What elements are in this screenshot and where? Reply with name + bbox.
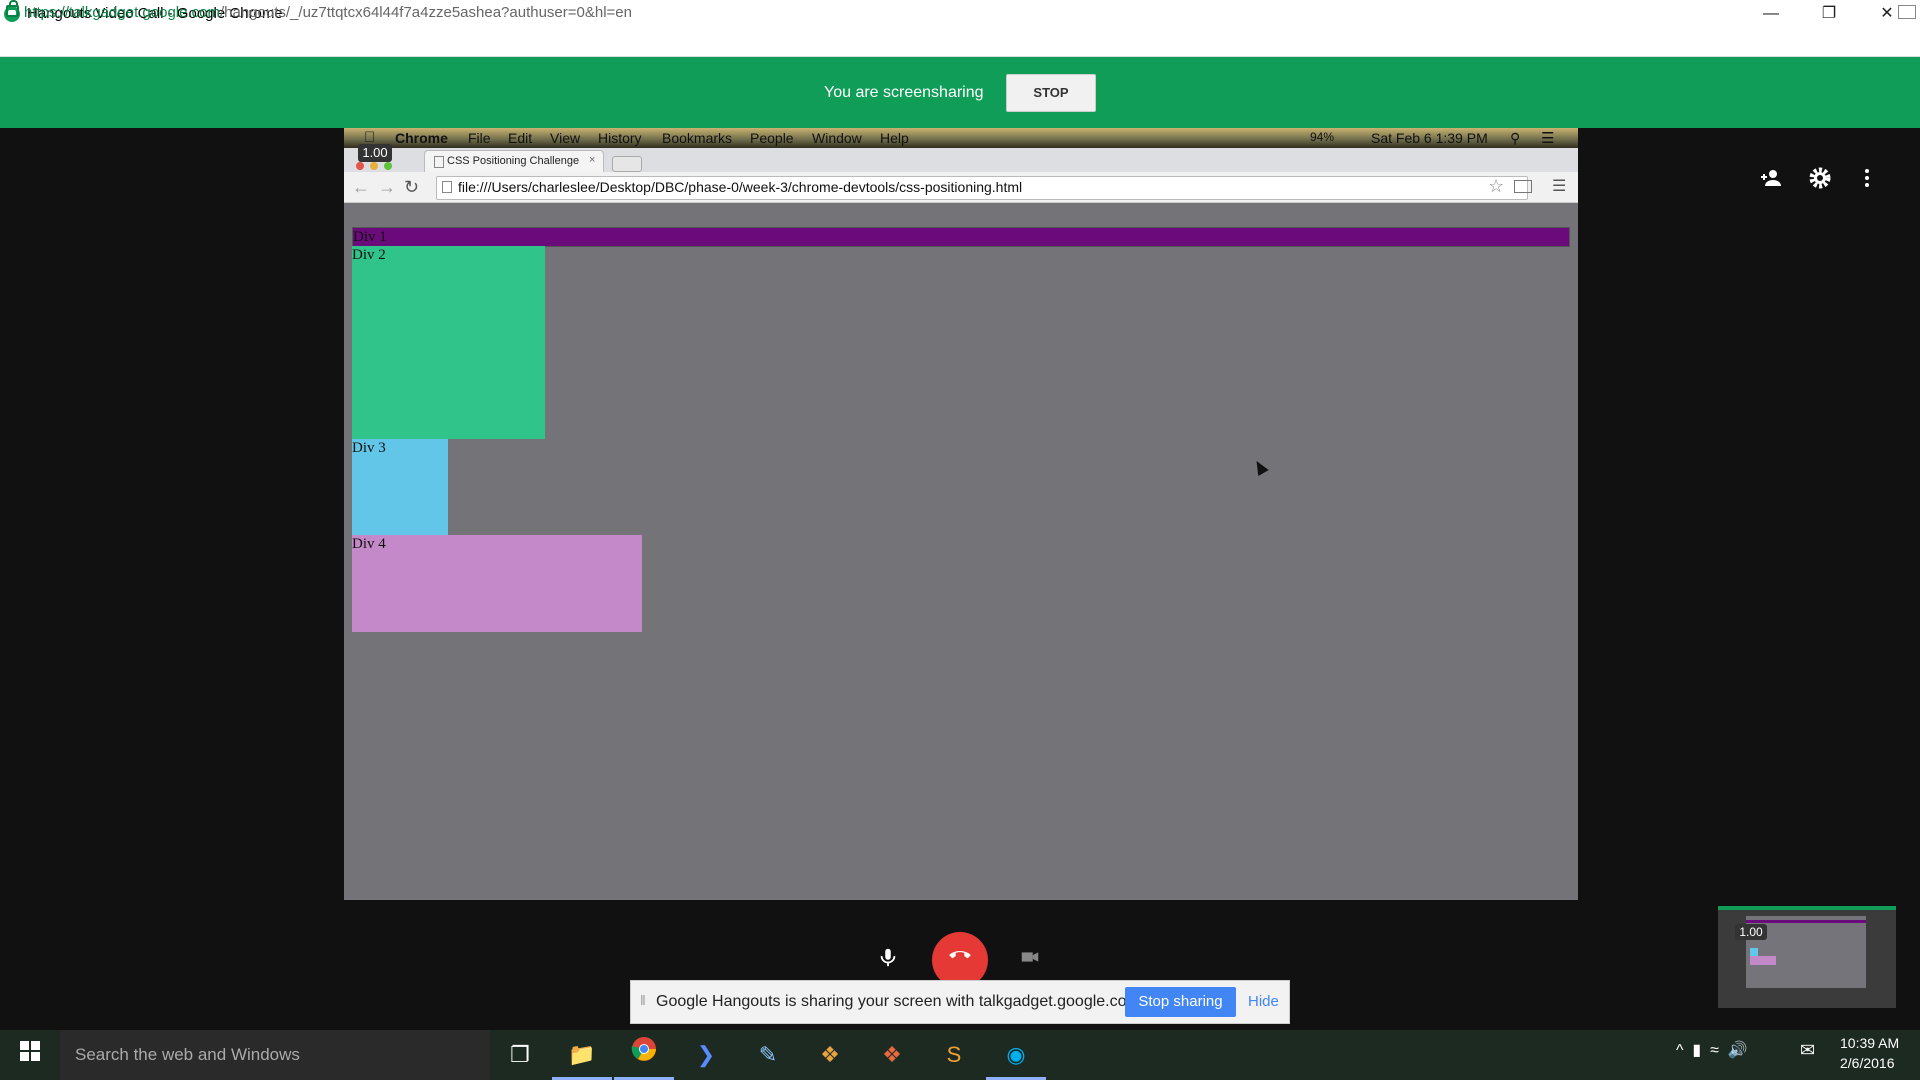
- mac-menu-view[interactable]: View: [550, 130, 580, 146]
- grip-icon[interactable]: ‖: [640, 992, 646, 1008]
- tab-title: CSS Positioning Challenge: [447, 155, 580, 167]
- mic-icon[interactable]: [866, 939, 910, 983]
- div-1-label: Div 1: [353, 229, 387, 245]
- mouse-cursor-icon: [1251, 457, 1269, 477]
- mac-menu-file[interactable]: File: [468, 130, 491, 146]
- minimize-dot[interactable]: [370, 162, 378, 170]
- zoom-dot[interactable]: [384, 162, 392, 170]
- taskbar-search-placeholder[interactable]: Search the web and Windows: [75, 1045, 300, 1065]
- taskbar-date[interactable]: 2/6/2016: [1840, 1055, 1895, 1071]
- mac-clock: Sat Feb 6 1:39 PM: [1371, 130, 1488, 146]
- system-tray-icons[interactable]: ^ ▮ ≈ 🔊: [1676, 1040, 1748, 1060]
- minimize-button[interactable]: —: [1742, 0, 1800, 29]
- mac-menu-chrome[interactable]: Chrome: [395, 130, 448, 146]
- mac-menu-edit[interactable]: Edit: [508, 130, 532, 146]
- div-4: Div 4: [352, 535, 642, 632]
- notification-center-icon[interactable]: ☰: [1541, 129, 1554, 147]
- div-1: Div 1: [352, 227, 1570, 247]
- action-center-icon[interactable]: ✉: [1800, 1040, 1815, 1061]
- preview-div-4: [1750, 956, 1776, 965]
- preview-div-3: [1750, 948, 1758, 956]
- file-explorer-icon[interactable]: 📁: [552, 1030, 612, 1080]
- spotlight-icon[interactable]: ⚲: [1510, 130, 1520, 147]
- forward-icon[interactable]: →: [378, 177, 396, 198]
- address-bar[interactable]: [0, 29, 1920, 57]
- camera-off-icon[interactable]: [1008, 939, 1052, 983]
- preview-zoom-badge: 1.00: [1735, 924, 1767, 940]
- windows-start-icon[interactable]: [0, 1030, 60, 1080]
- git-icon[interactable]: ❖: [800, 1030, 860, 1080]
- maximize-button[interactable]: ❐: [1800, 0, 1858, 29]
- menu-icon[interactable]: ☰: [1552, 176, 1566, 196]
- skype-icon[interactable]: ◉: [986, 1030, 1046, 1080]
- more-vert-icon[interactable]: [1853, 166, 1881, 194]
- close-dot[interactable]: [356, 162, 364, 170]
- tab-close-icon[interactable]: ×: [589, 154, 595, 166]
- div-4-label: Div 4: [352, 536, 386, 552]
- page-icon: [442, 181, 452, 193]
- powershell-icon[interactable]: ❯: [676, 1030, 736, 1080]
- banner-text: You are screensharing: [824, 84, 984, 101]
- git-gui-icon[interactable]: ❖: [862, 1030, 922, 1080]
- div-3: Div 3: [352, 439, 448, 535]
- back-icon[interactable]: ←: [352, 177, 370, 198]
- zoom-badge: 1.00: [358, 144, 392, 162]
- mac-menu-history[interactable]: History: [598, 130, 642, 146]
- mac-menu-bookmarks[interactable]: Bookmarks: [662, 130, 732, 146]
- reload-icon[interactable]: ↻: [404, 177, 419, 198]
- sublime-text-icon[interactable]: S: [924, 1030, 984, 1080]
- new-tab-button[interactable]: [612, 156, 642, 172]
- star-icon[interactable]: ☆: [1488, 176, 1504, 197]
- stop-sharing-button[interactable]: Stop sharing: [1125, 987, 1236, 1017]
- shared-screen:  Chrome File Edit View History Bookmark…: [344, 128, 1578, 900]
- omnibox-url[interactable]: file:///Users/charleslee/Desktop/DBC/pha…: [458, 179, 1022, 195]
- mac-menu-help[interactable]: Help: [880, 130, 909, 146]
- cast-icon[interactable]: [1514, 180, 1532, 193]
- chrome-icon[interactable]: [614, 1030, 674, 1080]
- div-2-label: Div 2: [352, 247, 386, 263]
- lock-icon: [6, 0, 19, 17]
- battery-percent: 94%: [1310, 130, 1335, 144]
- cast-icon[interactable]: [1898, 5, 1916, 19]
- taskbar-time[interactable]: 10:39 AM: [1840, 1035, 1899, 1051]
- url-host[interactable]: https://talkgadget.google.com: [24, 4, 220, 21]
- page-icon: [434, 156, 444, 168]
- task-view-icon[interactable]: ❐: [490, 1030, 550, 1080]
- add-person-icon[interactable]: [1757, 166, 1785, 194]
- hide-link[interactable]: Hide: [1248, 993, 1279, 1010]
- url-path[interactable]: /hangouts/_/uz7ttqtcx64l44f7a4zze5ashea?…: [220, 4, 632, 21]
- notepad-icon[interactable]: ✎: [738, 1030, 798, 1080]
- share-notification-text: Google Hangouts is sharing your screen w…: [656, 993, 1145, 1010]
- preview-div-1: [1746, 920, 1866, 923]
- gear-icon[interactable]: [1806, 166, 1834, 194]
- mac-menu-window[interactable]: Window: [812, 130, 862, 146]
- div-3-label: Div 3: [352, 440, 386, 456]
- stop-button[interactable]: STOP: [1006, 74, 1096, 112]
- div-2: Div 2: [352, 246, 545, 439]
- mac-menu-people[interactable]: People: [750, 130, 794, 146]
